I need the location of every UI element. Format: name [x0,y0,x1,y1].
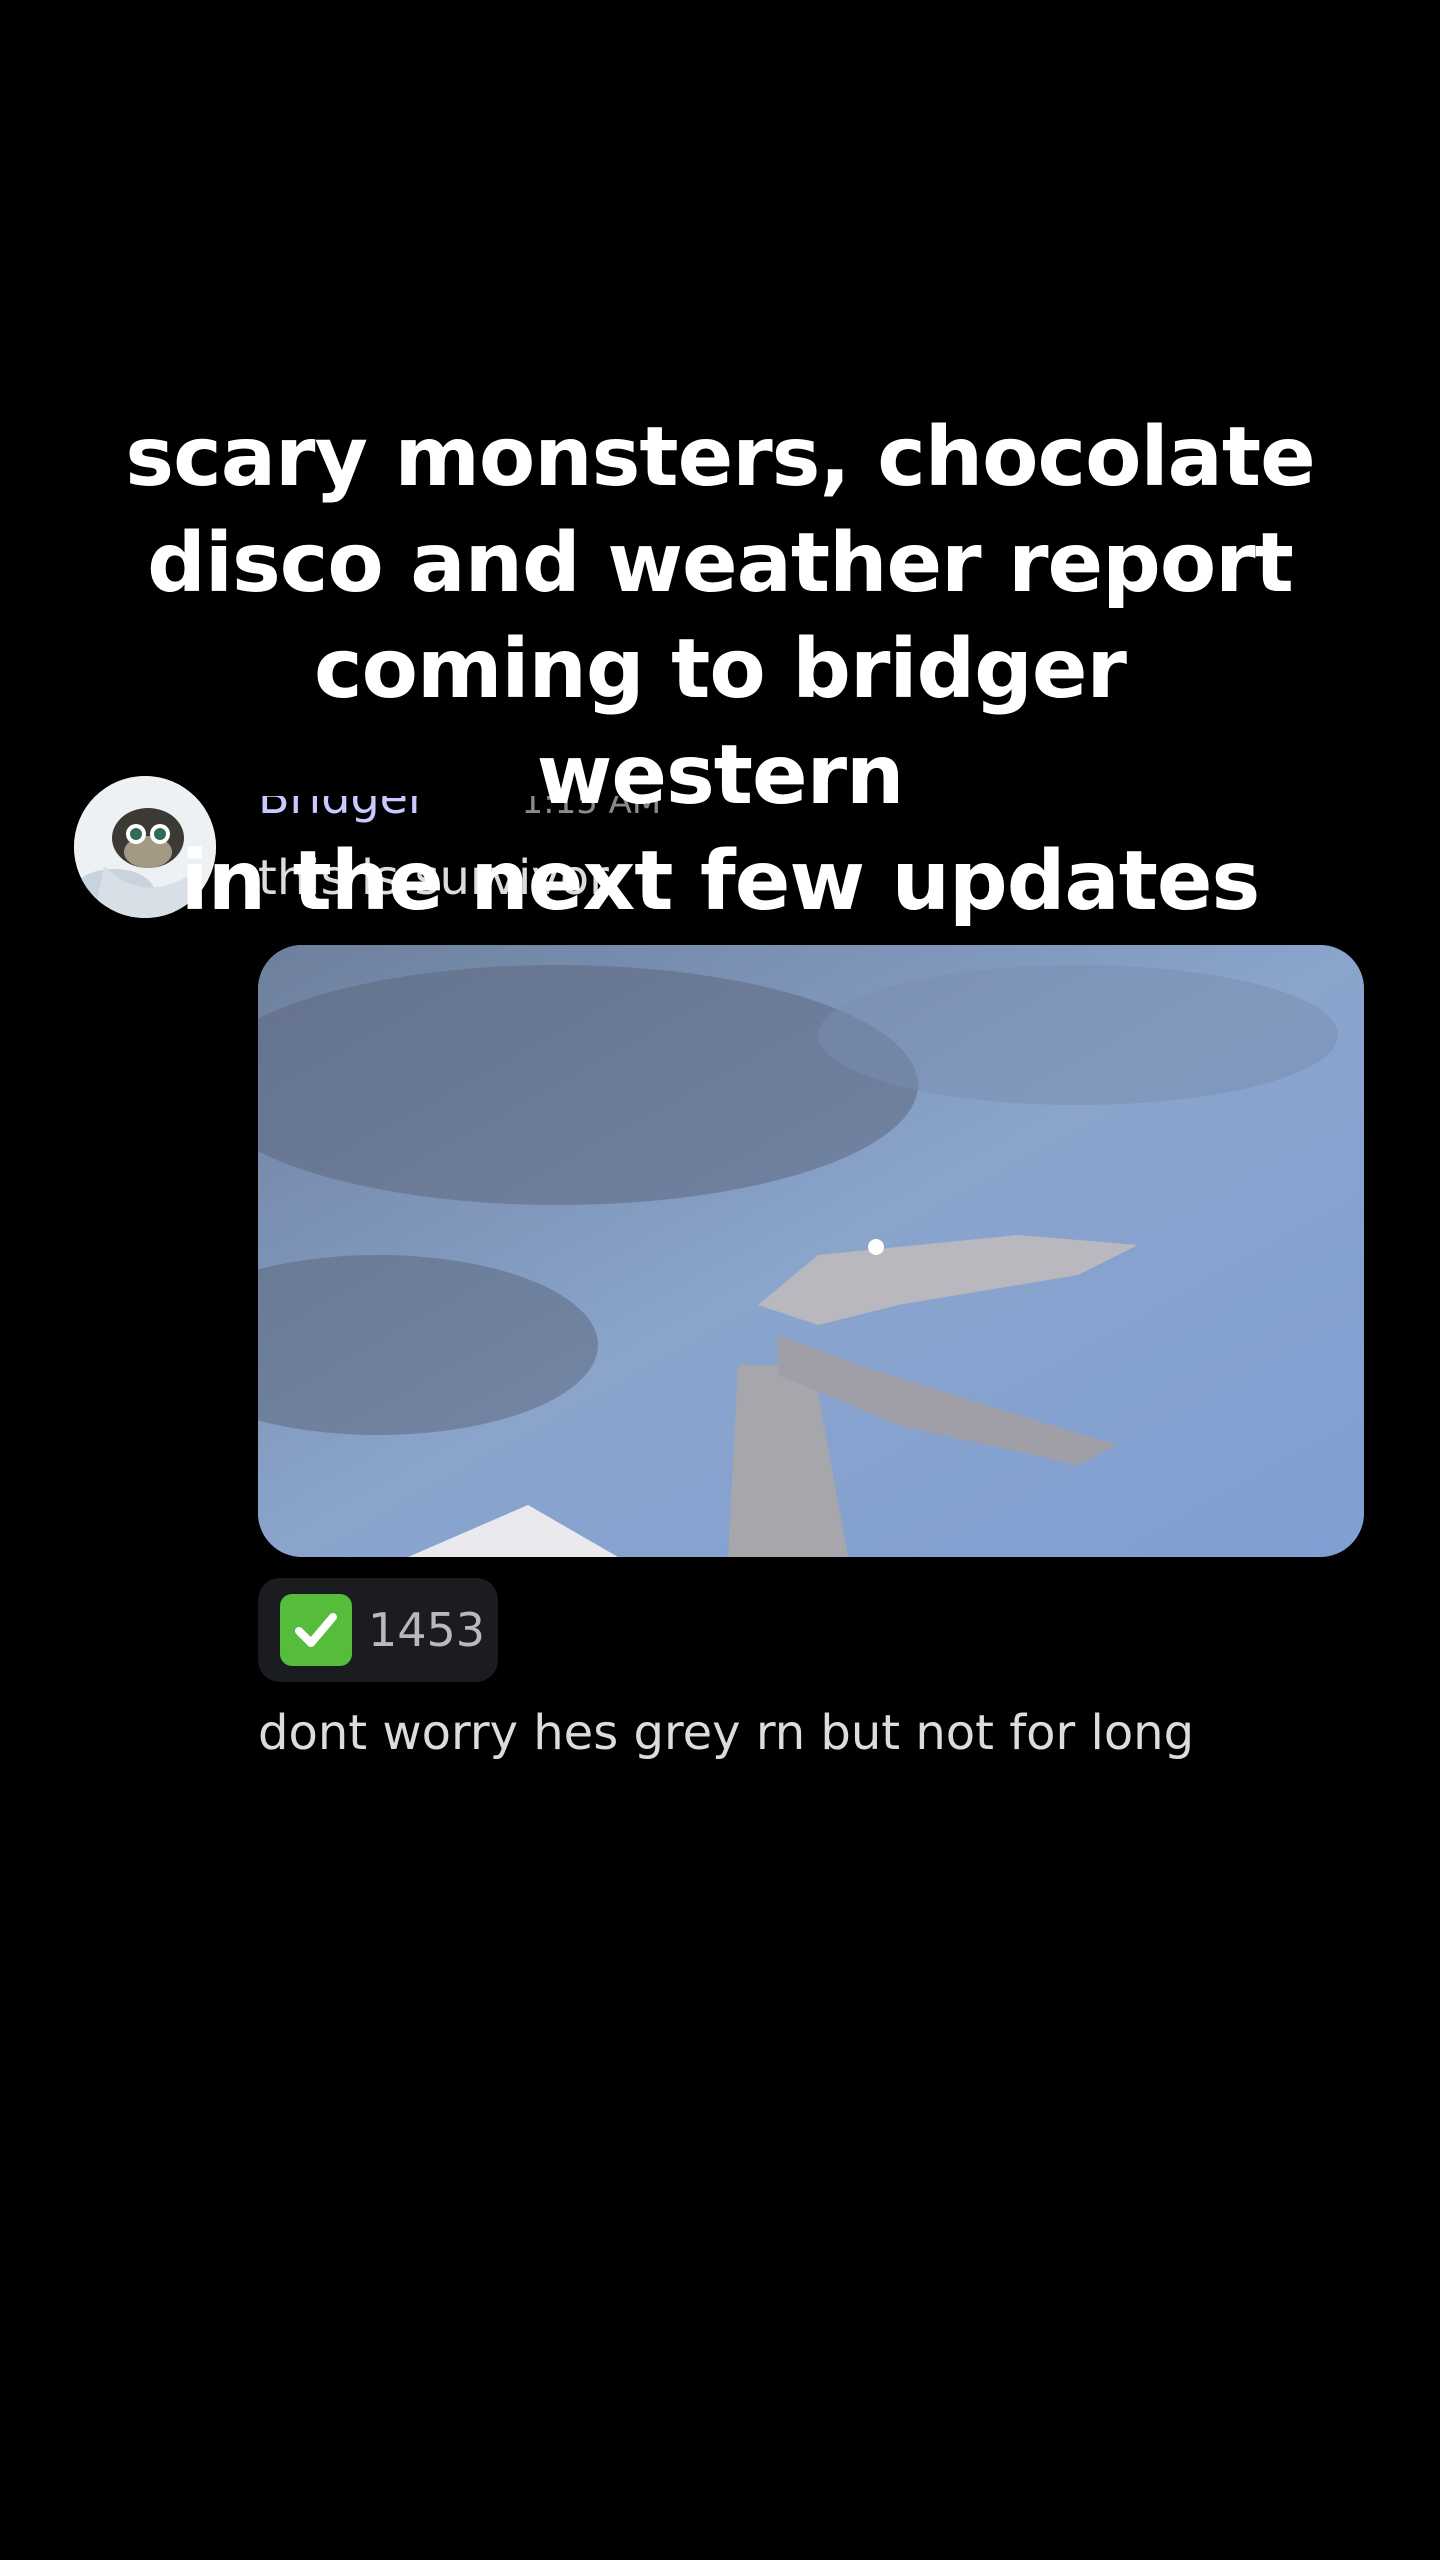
video-attachment[interactable] [258,945,1364,1557]
caption-line: disco and weather report [147,516,1294,611]
monster-screenshot [258,945,1364,1557]
reaction-count: 1453 [368,1603,486,1657]
caption-line: scary monsters, chocolate [125,410,1315,505]
reaction-pill[interactable]: 1453 [258,1578,498,1682]
message-text: dont worry hes grey rn but not for long [258,1705,1195,1761]
check-mark-icon [280,1594,352,1666]
video-caption: scary monsters, chocolate disco and weat… [120,405,1320,935]
caption-line: coming to bridger western [314,622,1127,823]
caption-line: in the next few updates [180,834,1261,929]
